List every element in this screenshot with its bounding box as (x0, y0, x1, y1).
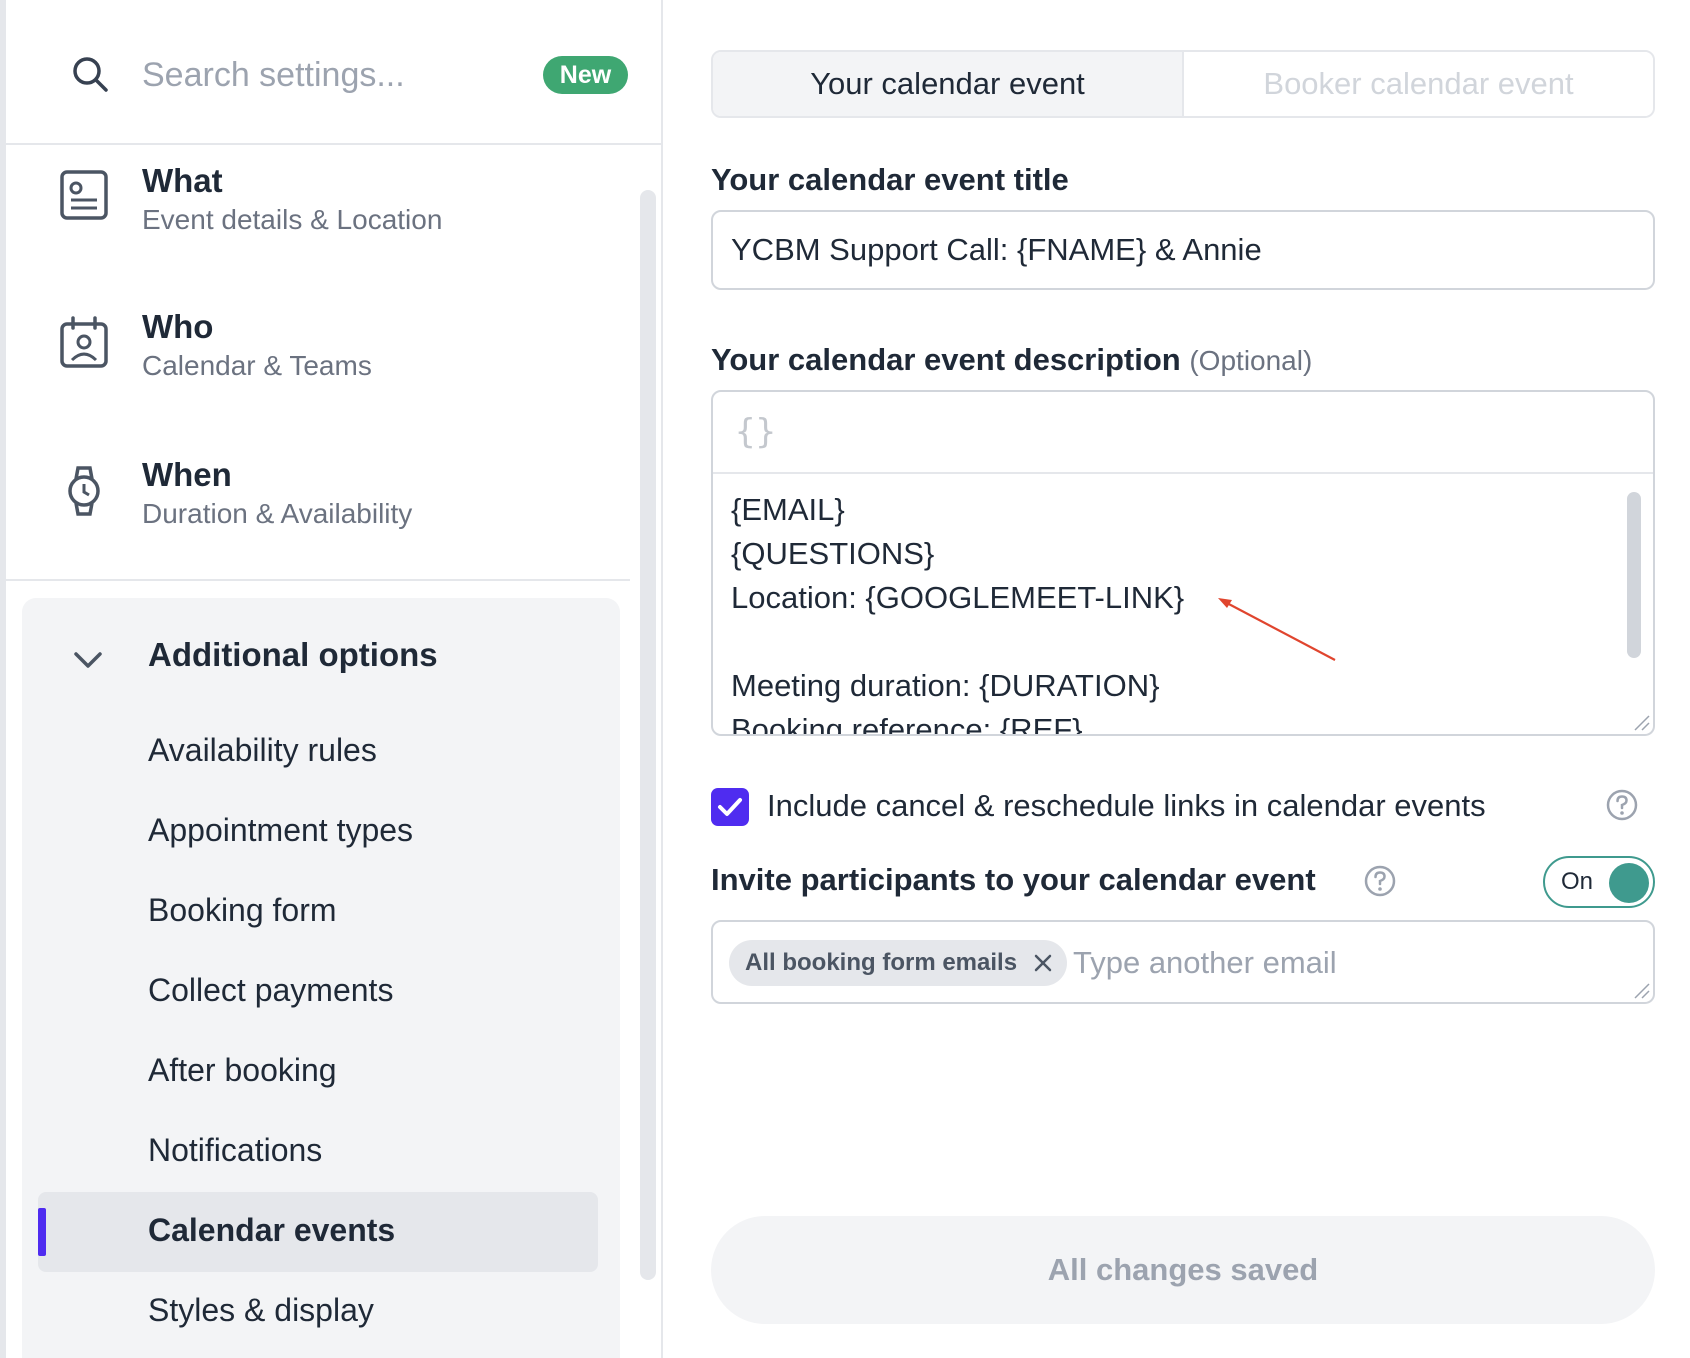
sidebar-item-styles-display[interactable]: Styles & display (38, 1272, 598, 1352)
sidebar-scrollbar[interactable] (640, 190, 656, 1280)
insert-variable-button[interactable]: {} (735, 412, 776, 452)
nav-subtitle-when: Duration & Availability (142, 498, 413, 529)
tab-your-calendar-event[interactable]: Your calendar event (713, 52, 1184, 116)
tab-booker-calendar-event[interactable]: Booker calendar event (1184, 52, 1653, 116)
help-icon[interactable] (1605, 788, 1639, 822)
additional-options-title: Additional options (148, 636, 438, 673)
include-links-checkbox[interactable] (711, 788, 749, 826)
nav-item-who[interactable]: Who Calendar & Teams (6, 298, 636, 428)
search-bar: New (6, 0, 661, 145)
description-text[interactable]: {EMAIL} {QUESTIONS} Location: {GOOGLEMEE… (713, 476, 1613, 736)
event-title-label: Your calendar event title (711, 162, 1069, 197)
new-badge: New (543, 56, 628, 94)
email-chip-label: All booking form emails (745, 949, 1018, 976)
sidebar-item-label: Calendar events (148, 1212, 396, 1248)
sidebar-item-collect-payments[interactable]: Collect payments (38, 952, 598, 1032)
sidebar-item-label: Collect payments (148, 972, 394, 1008)
editor-toolbar: {} (713, 392, 1653, 474)
search-icon (73, 57, 108, 92)
watch-icon (68, 466, 100, 516)
email-chip: All booking form emails (729, 940, 1068, 986)
calendar-event-tabs: Your calendar event Booker calendar even… (711, 50, 1655, 118)
invite-participants-row: Invite participants to your calendar eve… (711, 854, 1671, 910)
search-input[interactable] (142, 50, 522, 100)
nav-title-when: When (142, 456, 232, 493)
nav-title-what: What (142, 162, 223, 199)
additional-options-toggle[interactable]: Additional options (22, 630, 620, 690)
invite-participants-toggle[interactable]: On (1543, 856, 1655, 908)
sidebar-item-label: After booking (148, 1052, 337, 1088)
sidebar-item-appointment-types[interactable]: Appointment types (38, 792, 598, 872)
invite-participants-label: Invite participants to your calendar eve… (711, 862, 1316, 897)
sidebar-item-label: Notifications (148, 1132, 323, 1168)
settings-sidebar: New What Event details & Location Who Ca… (6, 0, 663, 1358)
participant-emails-field[interactable]: All booking form emails (711, 920, 1655, 1004)
description-line: Location: {GOOGLEMEET-LINK} (731, 580, 1185, 615)
help-icon[interactable] (1363, 864, 1397, 898)
sidebar-item-label: Booking form (148, 892, 337, 928)
nav-subtitle-who: Calendar & Teams (142, 350, 372, 381)
sidebar-item-calendar-events[interactable]: Calendar events (38, 1192, 598, 1272)
nav-item-what[interactable]: What Event details & Location (6, 150, 636, 280)
chevron-down-icon (74, 652, 102, 668)
sidebar-item-label: Availability rules (148, 732, 377, 768)
description-line: Booking reference: {REF} (731, 712, 1083, 736)
annotation-arrow-icon (1218, 598, 1336, 661)
nav-title-who: Who (142, 308, 214, 345)
event-description-editor[interactable]: {} {EMAIL} {QUESTIONS} Location: {GOOGLE… (711, 390, 1655, 736)
sidebar-item-notifications[interactable]: Notifications (38, 1112, 598, 1192)
optional-tag: (Optional) (1189, 345, 1313, 376)
id-card-icon (60, 170, 108, 220)
nav-item-when[interactable]: When Duration & Availability (6, 446, 636, 576)
sidebar-item-label: Styles & display (148, 1292, 374, 1328)
sidebar-item-after-booking[interactable]: After booking (38, 1032, 598, 1112)
save-status-button[interactable]: All changes saved (711, 1216, 1655, 1324)
description-line: {QUESTIONS} (731, 536, 935, 571)
resize-handle-icon[interactable] (1631, 980, 1651, 1000)
divider (6, 579, 630, 581)
include-links-label: Include cancel & reschedule links in cal… (767, 788, 1486, 823)
sidebar-item-label: Appointment types (148, 812, 414, 848)
description-line: Meeting duration: {DURATION} (731, 668, 1160, 703)
event-description-label: Your calendar event description (Optiona… (711, 342, 1312, 378)
calendar-person-icon (60, 316, 108, 368)
checkmark-icon (718, 798, 742, 816)
toggle-state-label: On (1561, 868, 1594, 895)
active-indicator (38, 1208, 46, 1256)
event-title-input[interactable] (711, 210, 1655, 290)
toggle-knob (1609, 863, 1649, 903)
calendar-events-panel: Your calendar event Booker calendar even… (663, 0, 1690, 1358)
description-line (731, 620, 1613, 664)
description-line: {EMAIL} (731, 492, 845, 527)
sidebar-item-booking-form[interactable]: Booking form (38, 872, 598, 952)
email-input[interactable] (1073, 940, 1613, 986)
include-links-row: Include cancel & reschedule links in cal… (711, 784, 1671, 828)
description-scrollbar[interactable] (1627, 492, 1641, 658)
additional-options-panel: Additional options Availability rules Ap… (22, 598, 620, 1358)
close-icon[interactable] (1031, 951, 1055, 975)
nav-subtitle-what: Event details & Location (142, 204, 443, 235)
resize-handle-icon[interactable] (1631, 712, 1651, 732)
sidebar-item-availability-rules[interactable]: Availability rules (38, 712, 598, 792)
event-description-label-text: Your calendar event description (711, 342, 1181, 377)
